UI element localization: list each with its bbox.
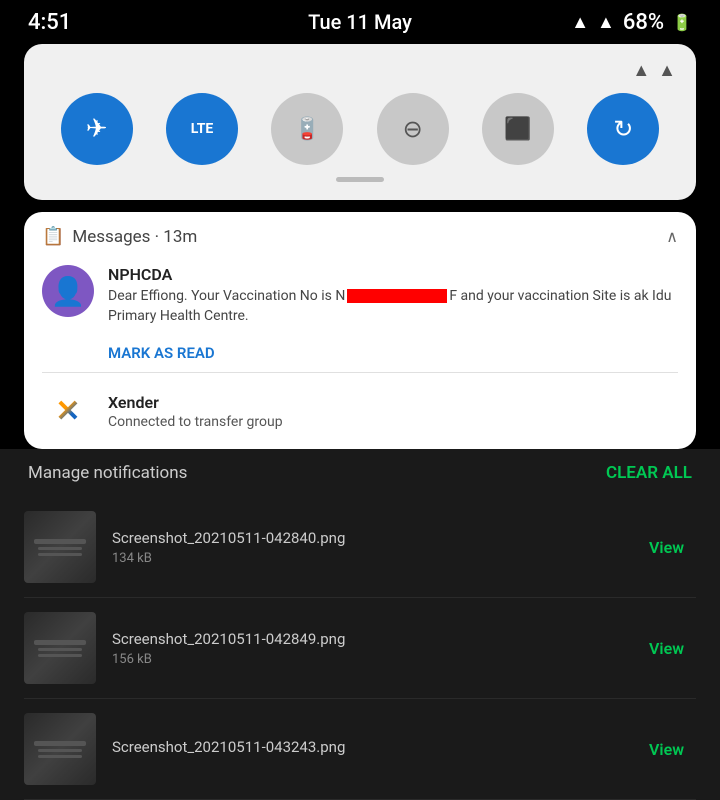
dnd-button[interactable]: ⊖ bbox=[377, 93, 449, 165]
notification-header: 📋 Messages · 13m ∧ bbox=[24, 212, 696, 257]
file-item-2: Screenshot_20210511-042849.png 156 kB Vi… bbox=[24, 598, 696, 699]
drag-handle bbox=[336, 177, 384, 182]
sync-button[interactable]: ↻ bbox=[587, 93, 659, 165]
thumb-decoration bbox=[38, 648, 82, 651]
thumb-decoration bbox=[38, 749, 82, 752]
xender-message: Connected to transfer group bbox=[108, 414, 678, 430]
battery-icon: 🔋 bbox=[672, 13, 692, 32]
xender-logo: ✕ bbox=[42, 385, 94, 437]
redacted-text bbox=[347, 289, 447, 303]
view-button-2[interactable]: View bbox=[637, 633, 696, 664]
file-item-3: Screenshot_20210511-043243.png View bbox=[24, 699, 696, 800]
dnd-icon: ⊖ bbox=[403, 115, 423, 143]
nphcda-avatar: 👤 bbox=[42, 265, 94, 317]
file-thumbnail-3 bbox=[24, 713, 96, 785]
wifi-status-icon: ▲ bbox=[632, 60, 650, 81]
file-info-2: Screenshot_20210511-042849.png 156 kB bbox=[112, 630, 621, 667]
time: 4:51 bbox=[28, 10, 71, 35]
manage-notifications-button[interactable]: Manage notifications bbox=[28, 463, 187, 483]
file-size-2: 156 kB bbox=[112, 652, 621, 667]
xender-icon: ✕ bbox=[55, 394, 80, 429]
file-thumbnail-2 bbox=[24, 612, 96, 684]
qs-buttons-row: ✈ LTE 🪫 ⊖ ⬛ ↻ bbox=[44, 93, 676, 165]
xender-content: Xender Connected to transfer group bbox=[108, 393, 678, 430]
file-size-1: 134 kB bbox=[112, 551, 621, 566]
signal-status-icon: ▲ bbox=[658, 60, 676, 81]
xender-app-name: Xender bbox=[108, 393, 678, 412]
notification-header-text: Messages · 13m bbox=[72, 227, 658, 247]
messages-app-icon: 📋 bbox=[42, 226, 64, 247]
lte-button[interactable]: LTE bbox=[166, 93, 238, 165]
battery-text: 68% bbox=[623, 10, 664, 35]
battery-saver-button[interactable]: 🪫 bbox=[271, 93, 343, 165]
file-thumbnail-1 bbox=[24, 511, 96, 583]
message-part1: Dear Effiong. Your Vaccination No is N bbox=[108, 288, 345, 304]
expand-chevron-icon[interactable]: ∧ bbox=[666, 227, 678, 246]
thumb-decoration bbox=[38, 755, 82, 758]
view-button-3[interactable]: View bbox=[637, 734, 696, 765]
nphcda-app-name: NPHCDA bbox=[108, 265, 678, 284]
mark-as-read-button[interactable]: MARK AS READ bbox=[24, 338, 696, 372]
file-name-1: Screenshot_20210511-042840.png bbox=[112, 529, 621, 547]
quick-settings-panel: ▲ ▲ ✈ LTE 🪫 ⊖ ⬛ ↻ bbox=[24, 44, 696, 200]
status-bar: 4:51 Tue 11 May ▲ ▲ 68% 🔋 bbox=[0, 0, 720, 44]
nphcda-content: NPHCDA Dear Effiong. Your Vaccination No… bbox=[108, 265, 678, 326]
thumb-decoration bbox=[38, 553, 82, 556]
notification-panel: 📋 Messages · 13m ∧ 👤 NPHCDA Dear Effiong… bbox=[24, 212, 696, 449]
nphcda-notification: 👤 NPHCDA Dear Effiong. Your Vaccination … bbox=[24, 257, 696, 338]
file-info-3: Screenshot_20210511-043243.png bbox=[112, 738, 621, 760]
lte-icon: LTE bbox=[191, 121, 214, 137]
thumb-decoration bbox=[34, 640, 86, 645]
flashlight-icon: ⬛ bbox=[504, 117, 531, 142]
file-item-1: Screenshot_20210511-042840.png 134 kB Vi… bbox=[24, 497, 696, 598]
clear-all-button[interactable]: CLEAR ALL bbox=[606, 463, 692, 483]
date: Tue 11 May bbox=[308, 10, 412, 34]
file-name-3: Screenshot_20210511-043243.png bbox=[112, 738, 621, 756]
file-info-1: Screenshot_20210511-042840.png 134 kB bbox=[112, 529, 621, 566]
airplane-mode-button[interactable]: ✈ bbox=[61, 93, 133, 165]
avatar-icon: 👤 bbox=[51, 275, 86, 308]
airplane-icon: ✈ bbox=[86, 114, 108, 144]
thumb-decoration bbox=[38, 654, 82, 657]
battery-saver-icon: 🪫 bbox=[294, 117, 321, 142]
status-bar-right: ▲ ▲ 68% 🔋 bbox=[571, 10, 692, 35]
status-bar-left: 4:51 bbox=[28, 10, 71, 35]
thumb-decoration bbox=[38, 547, 82, 550]
xender-notification: ✕ Xender Connected to transfer group bbox=[24, 373, 696, 449]
file-name-2: Screenshot_20210511-042849.png bbox=[112, 630, 621, 648]
thumb-decoration bbox=[34, 741, 86, 746]
nphcda-message: Dear Effiong. Your Vaccination No is NF … bbox=[108, 287, 678, 326]
notification-actions-bar: Manage notifications CLEAR ALL bbox=[0, 449, 720, 497]
view-button-1[interactable]: View bbox=[637, 532, 696, 563]
signal-icon: ▲ bbox=[597, 12, 615, 33]
flashlight-button[interactable]: ⬛ bbox=[482, 93, 554, 165]
wifi-icon: ▲ bbox=[571, 12, 589, 33]
qs-top-icons: ▲ ▲ bbox=[44, 60, 676, 81]
sync-icon: ↻ bbox=[613, 115, 633, 143]
thumb-decoration bbox=[34, 539, 86, 544]
file-list-section: Screenshot_20210511-042840.png 134 kB Vi… bbox=[0, 497, 720, 800]
